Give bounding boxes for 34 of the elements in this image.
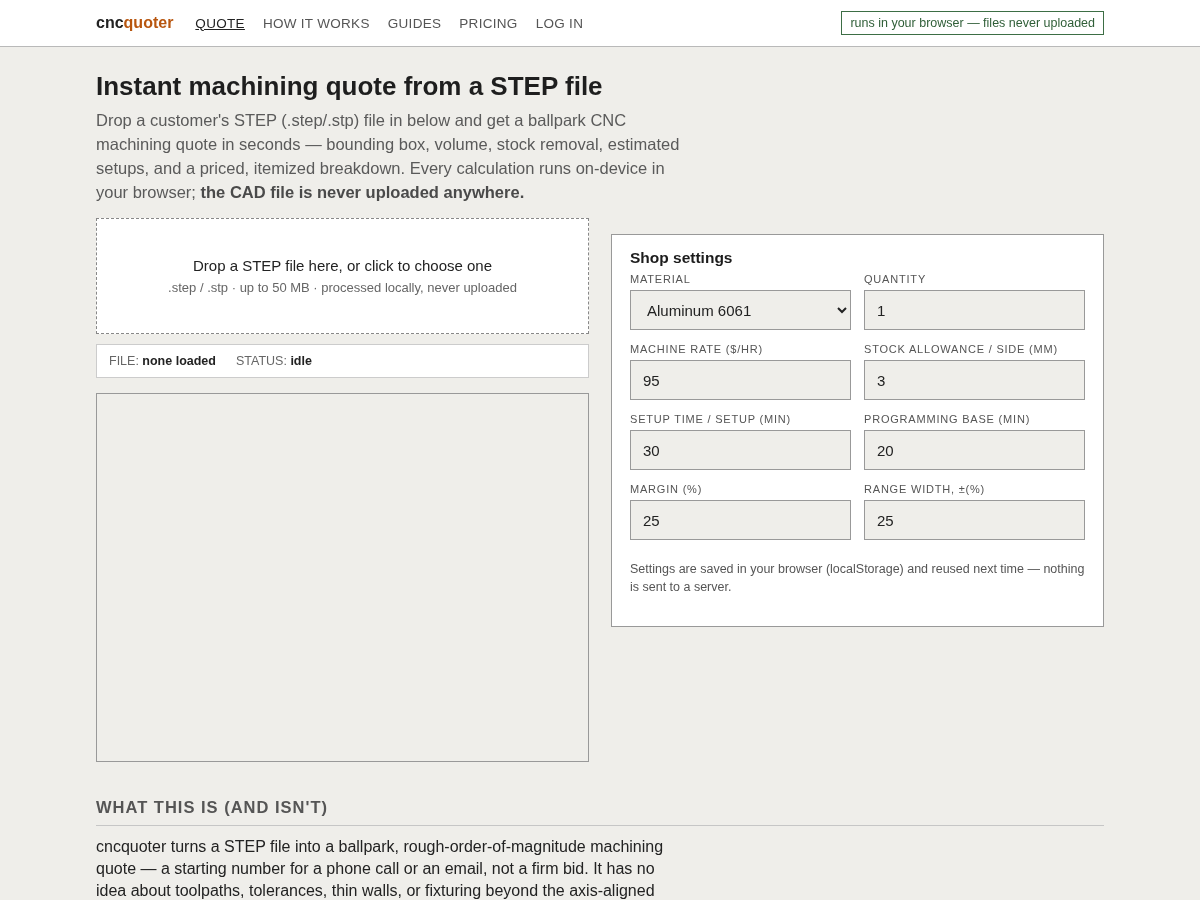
field-label: RANGE WIDTH, ±(%): [864, 483, 987, 495]
privacy-badge: runs in your browser — files never uploaded: [841, 11, 1104, 35]
field-label: PROGRAMMING BASE (MIN): [864, 413, 1032, 425]
nav-link[interactable]: HOW IT WORKS: [262, 15, 370, 31]
field-label: MATERIAL: [630, 273, 692, 285]
field-label: QUANTITY: [864, 273, 927, 285]
status-text: FILE: none loaded: [109, 354, 216, 368]
about-paragraph: cncquoter turns a STEP file into a ballpark, rough-order-of-magnitude machining quote — a starting number for a phone call or an email, not a firm bid. It has no idea about toolpaths, tolerances, thin walls, or fixturing beyond the axis-aligned: [96, 837, 665, 900]
input-field[interactable]: 3: [864, 360, 1085, 400]
material-select[interactable]: Aluminum 6061: [630, 290, 851, 330]
input-field[interactable]: 25: [630, 500, 851, 540]
nav-link[interactable]: QUOTE: [195, 15, 245, 31]
field-label: MACHINE RATE ($/HR): [630, 343, 764, 355]
input-field[interactable]: 25: [864, 500, 1085, 540]
field-label: SETUP TIME / SETUP (MIN): [630, 413, 792, 425]
input-field[interactable]: 20: [864, 430, 1085, 470]
logo[interactable]: cncquoter: [96, 14, 174, 32]
nav-link[interactable]: PRICING: [459, 15, 518, 31]
input-field[interactable]: 95: [630, 360, 851, 400]
panel-title: Shop settings: [630, 249, 734, 267]
nav-link[interactable]: GUIDES: [387, 15, 442, 31]
field-label: STOCK ALLOWANCE / SIDE (MM): [864, 343, 1059, 355]
status-text: STATUS: idle: [235, 354, 312, 368]
settings-note: Settings are saved in your browser (localStorage) and reused next time — nothing is sent to a server.: [630, 561, 1085, 596]
input-field[interactable]: 1: [864, 290, 1085, 330]
dropzone-hint: .step / .stp · up to 50 MB · processed locally, never uploaded: [168, 280, 517, 295]
file-dropzone[interactable]: Drop a STEP file here, or click to choose one .step / .stp · up to 50 MB · processed locally, never uploaded: [96, 218, 589, 334]
field-label: MARGIN (%): [630, 483, 704, 495]
dropzone-title: Drop a STEP file here, or click to choose one: [192, 257, 492, 274]
input-field[interactable]: 30: [630, 430, 851, 470]
nav-link[interactable]: LOG IN: [535, 15, 584, 31]
page-title: Instant machining quote from a STEP file: [96, 71, 604, 102]
section-heading: WHAT THIS IS (AND ISN'T): [96, 798, 1104, 826]
intro-paragraph: Drop a customer's STEP (.step/.stp) file in below and get a ballpark CNC machining quote in seconds — bounding box, volume, stock removal, estimated setups, and a priced, itemized breakdown. Every calculation runs on-device in your browser; the CAD file is never uploaded anywhere.: [96, 110, 681, 203]
